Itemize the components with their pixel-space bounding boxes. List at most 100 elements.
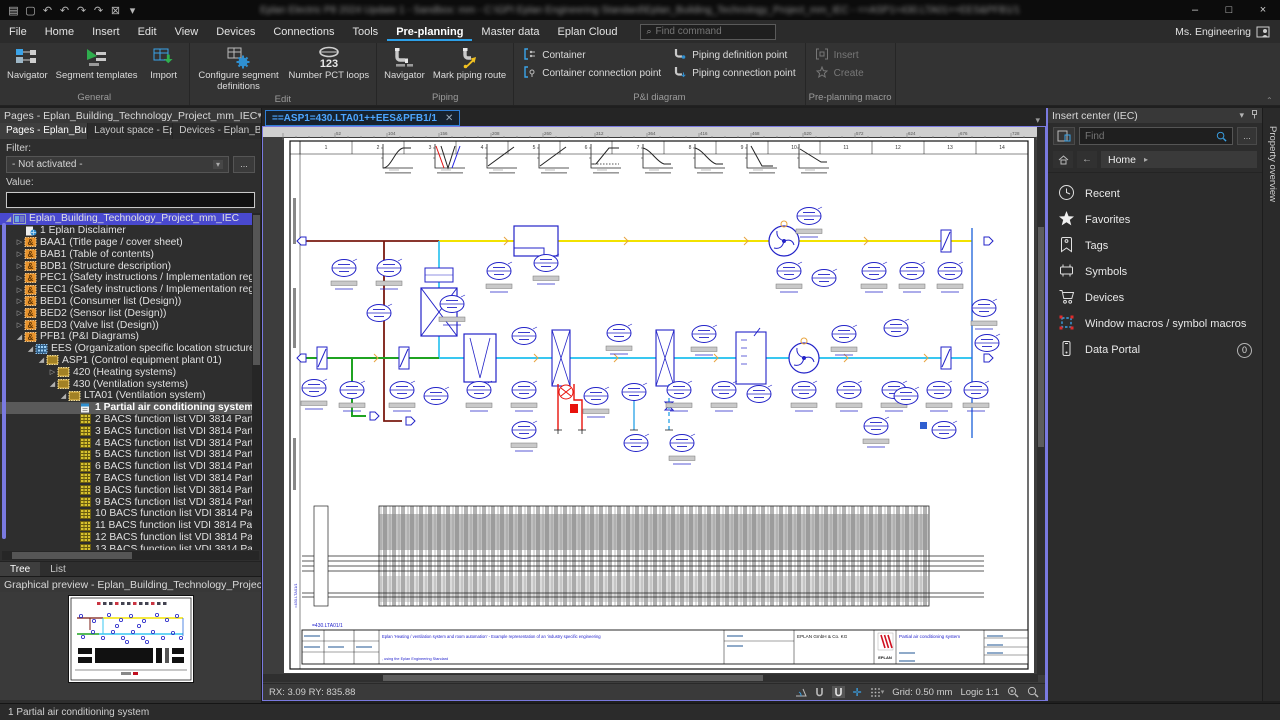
back-arrow-icon[interactable]: ←: [1077, 151, 1097, 168]
tab-tree[interactable]: Tree: [0, 562, 40, 577]
tree-horizontal-scrollbar[interactable]: [2, 551, 259, 560]
redo-icon[interactable]: ↷: [74, 4, 89, 17]
menu-tab-view[interactable]: View: [166, 22, 208, 41]
logic-scale-label[interactable]: Logic 1:1: [960, 687, 999, 698]
ribbon-button-container[interactable]: Container: [523, 48, 661, 63]
tree-item[interactable]: ◢430 (Ventilation systems): [0, 378, 261, 390]
ribbon-button-navigator[interactable]: Navigator: [380, 44, 429, 92]
crosshair-icon[interactable]: ✛: [853, 686, 862, 699]
preview-panel-header[interactable]: Graphical preview - Eplan_Building_Techn…: [0, 577, 261, 592]
undo-icon[interactable]: ↶: [57, 4, 72, 17]
filter-more-button[interactable]: ...: [233, 156, 255, 173]
insert-center-find-input[interactable]: [1085, 131, 1216, 142]
dock-tab-0[interactable]: Pages - Eplan_Buildin...: [0, 123, 88, 139]
tree-item[interactable]: ▷&PEC1 (Safety instructions / Implementa…: [0, 272, 261, 284]
menu-tab-home[interactable]: Home: [36, 22, 83, 41]
snap-icon[interactable]: [815, 687, 824, 697]
tree-item[interactable]: ◢ASP1 (Control equipment plant 01): [0, 355, 261, 367]
menu-tab-eplan-cloud[interactable]: Eplan Cloud: [549, 22, 627, 41]
minimize-button[interactable]: –: [1178, 4, 1212, 16]
tree-item[interactable]: ▷&BED3 (Valve list (Design)): [0, 319, 261, 331]
tree-item[interactable]: ▷&BDB1 (Structure description): [0, 260, 261, 272]
tree-item[interactable]: 12 BACS function list VDI 3814 Part 4.3: [0, 532, 261, 544]
value-input[interactable]: [6, 192, 255, 208]
tree-item[interactable]: 5 BACS function list VDI 3814 Part 4.3: [0, 449, 261, 461]
tree-item[interactable]: 1 Partial air conditioning system: [0, 402, 261, 414]
document-tab-close-icon[interactable]: ✕: [445, 113, 453, 124]
ribbon-button-container-connection-point[interactable]: Container connection point: [523, 66, 661, 81]
insert-center-header[interactable]: Insert center (IEC) ▾: [1048, 108, 1262, 123]
tree-caret-icon[interactable]: ▷: [15, 250, 24, 258]
document-tab-list-icon[interactable]: ▾: [1029, 115, 1046, 126]
tree-caret-icon[interactable]: ▷: [15, 262, 24, 270]
tree-item[interactable]: ◢LTA01 (Ventilation system): [0, 390, 261, 402]
canvas-vertical-scrollbar[interactable]: [1037, 127, 1045, 675]
grid-size-label[interactable]: Grid: 0.50 mm: [892, 687, 952, 698]
customize-icon[interactable]: ▾: [125, 4, 140, 17]
home-icon[interactable]: [1053, 151, 1073, 168]
panel-dropdown-icon[interactable]: ▾: [257, 110, 261, 121]
tree-item[interactable]: 4 BACS function list VDI 3814 Part 4.3: [0, 437, 261, 449]
menu-tab-connections[interactable]: Connections: [264, 22, 343, 41]
ribbon-button-insert[interactable]: Insert: [815, 48, 864, 63]
insert-center-item-recent[interactable]: Recent: [1048, 181, 1262, 207]
pages-panel-header[interactable]: Pages - Eplan_Building_Technology_Projec…: [0, 108, 261, 123]
tree-vertical-scrollbar[interactable]: [252, 213, 261, 550]
tree-caret-icon[interactable]: ▷: [48, 368, 57, 376]
ribbon-button-import[interactable]: Import: [142, 44, 186, 92]
tree-caret-icon[interactable]: ▷: [15, 297, 24, 305]
menu-tab-pre-planning[interactable]: Pre-planning: [387, 22, 472, 41]
tree-caret-icon[interactable]: ◢: [37, 356, 46, 364]
filter-dropdown[interactable]: - Not activated - ▾: [6, 156, 229, 173]
ribbon-button-segment-templates[interactable]: Segment templates: [52, 44, 142, 92]
insert-center-icon-button[interactable]: [1053, 127, 1075, 145]
breadcrumb-home[interactable]: Home: [1108, 154, 1136, 166]
insert-center-item-favorites[interactable]: Favorites: [1048, 207, 1262, 233]
menu-tab-file[interactable]: File: [0, 22, 36, 41]
redo-list-icon[interactable]: ↷: [91, 4, 106, 17]
tree-item[interactable]: ▷&BED1 (Consumer list (Design)): [0, 296, 261, 308]
tree-caret-icon[interactable]: ▷: [15, 309, 24, 317]
tree-item[interactable]: 6 BACS function list VDI 3814 Part 4.3: [0, 461, 261, 473]
menu-tab-edit[interactable]: Edit: [129, 22, 166, 41]
drawing-page[interactable]: 1234567891011121314=430.LTA01/1: [284, 138, 1034, 673]
insert-center-search-box[interactable]: [1079, 127, 1233, 145]
tree-item[interactable]: 13 BACS function list VDI 3814 Part 4.3: [0, 543, 261, 550]
tree-caret-icon[interactable]: ◢: [26, 345, 35, 353]
tab-list[interactable]: List: [40, 562, 76, 577]
new-page-icon[interactable]: ▤: [6, 4, 21, 17]
ribbon-button-piping-connection-point[interactable]: Piping connection point: [673, 66, 795, 81]
tree-item[interactable]: 3 BACS function list VDI 3814 Part 4.3: [0, 425, 261, 437]
cancel-action-icon[interactable]: ⊠: [108, 4, 123, 17]
insert-center-item-window-macros-symbol-macros[interactable]: Window macros / symbol macros: [1048, 311, 1262, 337]
drawing-canvas[interactable]: 5210415620826031236441646852057262467672…: [262, 126, 1046, 701]
ribbon-button-create[interactable]: Create: [815, 66, 864, 81]
user-area[interactable]: Ms. Engineering: [1175, 26, 1280, 38]
undo-list-icon[interactable]: ↶: [40, 4, 55, 17]
dock-tab-2[interactable]: Devices - Eplan_Build...: [173, 123, 261, 139]
find-command-input[interactable]: [656, 26, 766, 37]
ribbon-button-number-pct-loops[interactable]: 123 Number PCT loops: [285, 44, 374, 94]
tree-item[interactable]: ▷&EEC1 (Safety instructions / Implementa…: [0, 284, 261, 296]
insert-center-more-button[interactable]: ...: [1237, 127, 1257, 145]
tree-item[interactable]: 9 BACS function list VDI 3814 Part 4.3: [0, 496, 261, 508]
tree-item[interactable]: ◢EES (Organization specific location str…: [0, 343, 261, 355]
zoom-window-icon[interactable]: [1027, 686, 1039, 698]
maximize-button[interactable]: □: [1212, 4, 1246, 16]
tree-caret-icon[interactable]: ▷: [15, 238, 24, 246]
dock-tab-1[interactable]: Layout space - Eplan...: [88, 123, 173, 139]
tree-item[interactable]: ▷420 (Heating systems): [0, 366, 261, 378]
ribbon-button-piping-definition-point[interactable]: Piping definition point: [673, 48, 795, 63]
property-overview-tab[interactable]: Property overview: [1267, 126, 1278, 202]
tree-item[interactable]: 8 BACS function list VDI 3814 Part 4.3: [0, 484, 261, 496]
insert-center-item-tags[interactable]: Tags: [1048, 233, 1262, 259]
preview-thumbnail[interactable]: [68, 595, 194, 683]
tree-caret-icon[interactable]: ▷: [15, 286, 24, 294]
close-button[interactable]: ×: [1246, 4, 1280, 16]
tree-item[interactable]: ▷&BAA1 (Title page / cover sheet): [0, 237, 261, 249]
canvas-horizontal-scrollbar[interactable]: [263, 674, 1038, 682]
insert-center-item-data-portal[interactable]: Data Portal 0: [1048, 337, 1262, 363]
tree-caret-icon[interactable]: ◢: [59, 392, 68, 400]
tree-item[interactable]: ◢&PFB1 (P&I Diagrams): [0, 331, 261, 343]
tree-item[interactable]: 2 BACS function list VDI 3814 Part 4.3: [0, 414, 261, 426]
